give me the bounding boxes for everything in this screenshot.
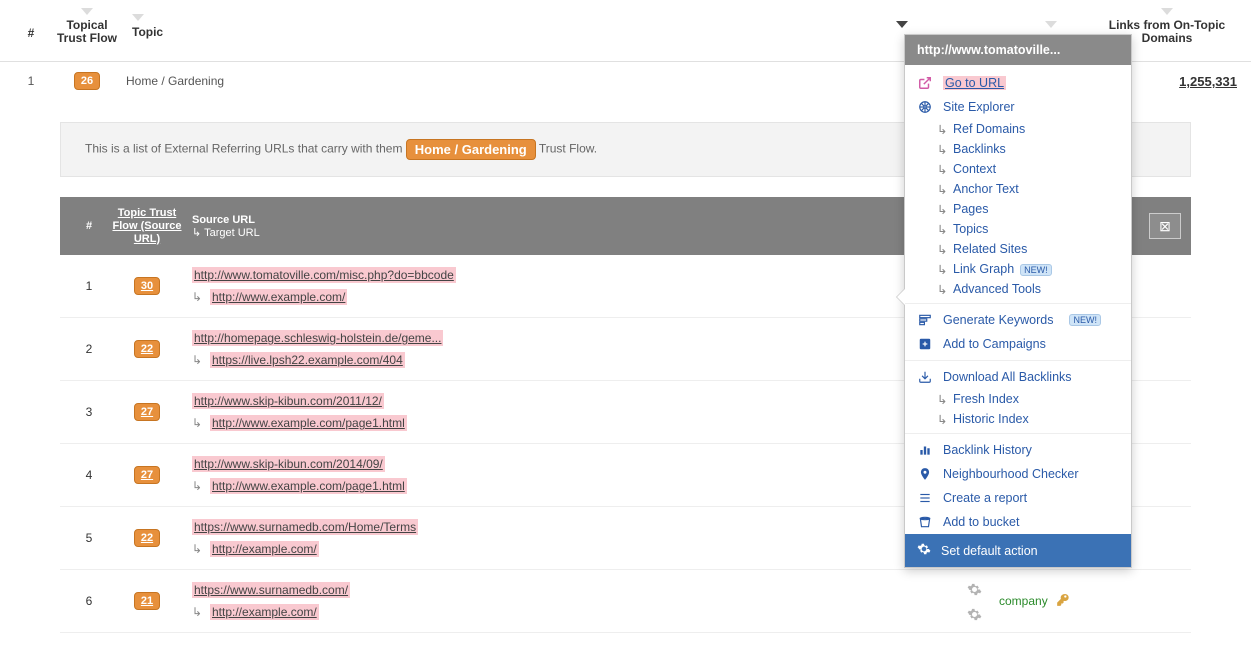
row-ttf[interactable]: 21: [108, 592, 186, 610]
row-index: 5: [70, 531, 108, 545]
menu-backlink-history[interactable]: Backlink History: [905, 438, 1131, 462]
summary-ttf: 26: [48, 72, 126, 90]
row-index: 1: [70, 279, 108, 293]
menu-sub-item[interactable]: Advanced Tools: [905, 279, 1131, 299]
menu-sub-item[interactable]: Ref Domains: [905, 119, 1131, 139]
row-ttf[interactable]: 30: [108, 277, 186, 295]
trust-flow-chip: 26: [74, 72, 100, 90]
menu-site-explorer[interactable]: Site Explorer: [905, 95, 1131, 119]
menu-go-to-url[interactable]: Go to URL: [905, 71, 1131, 95]
source-url[interactable]: https://www.surnamedb.com/: [192, 583, 957, 597]
row-ttf[interactable]: 27: [108, 466, 186, 484]
target-url[interactable]: ↳http://example.com/: [192, 605, 957, 619]
menu-sub-item[interactable]: Topics: [905, 219, 1131, 239]
source-url[interactable]: https://www.surnamedb.com/Home/Terms: [192, 520, 957, 534]
header-topical-trust-flow[interactable]: Topical Trust Flow: [48, 0, 126, 53]
keywords-icon: [917, 313, 933, 327]
header-topic[interactable]: Topic: [126, 6, 866, 47]
menu-add-bucket[interactable]: Add to bucket: [905, 510, 1131, 534]
row-urls: https://www.surnamedb.com/Home/Terms ↳htt…: [186, 520, 957, 556]
menu-neighbourhood[interactable]: Neighbourhood Checker: [905, 462, 1131, 486]
row-index: 6: [70, 594, 108, 608]
menu-add-campaigns[interactable]: Add to Campaigns: [905, 332, 1131, 356]
row-urls: http://www.skip-kibun.com/2011/12/ ↳http:…: [186, 394, 957, 430]
close-button[interactable]: ⊠: [1149, 213, 1181, 239]
context-menu-title: http://www.tomatoville...: [905, 35, 1131, 65]
gear-icon: [917, 542, 931, 559]
source-url[interactable]: http://www.tomatoville.com/misc.php?do=b…: [192, 268, 957, 282]
menu-download-backlinks[interactable]: Download All Backlinks: [905, 365, 1131, 389]
row-ttf[interactable]: 22: [108, 529, 186, 547]
bucket-icon: [917, 515, 933, 529]
menu-sub-item[interactable]: Context: [905, 159, 1131, 179]
menu-set-default-action[interactable]: Set default action: [905, 534, 1131, 567]
target-url[interactable]: ↳https://live.lpsh22.example.com/404: [192, 353, 957, 367]
menu-sub-item[interactable]: Pages: [905, 199, 1131, 219]
table-row: 621 https://www.surnamedb.com/ ↳http://exa…: [60, 570, 1191, 633]
key-icon: [1056, 593, 1070, 610]
menu-sub-item[interactable]: Backlinks: [905, 139, 1131, 159]
list-icon: [917, 491, 933, 505]
source-url[interactable]: http://www.skip-kibun.com/2011/12/: [192, 394, 957, 408]
summary-topic: Home / Gardening: [126, 74, 866, 88]
target-url[interactable]: ↳http://www.example.com/: [192, 290, 957, 304]
sort-arrow-icon[interactable]: [132, 14, 144, 21]
menu-sub-item[interactable]: Link GraphNEW!: [905, 259, 1131, 279]
menu-sub-item[interactable]: Historic Index: [905, 409, 1131, 429]
sort-arrow-icon[interactable]: [896, 21, 908, 28]
source-url[interactable]: http://homepage.schleswig-holstein.de/ge…: [192, 331, 957, 345]
tag-label[interactable]: company: [999, 594, 1048, 608]
context-menu: http://www.tomatoville... Go to URL Site…: [904, 34, 1132, 568]
row-ttf[interactable]: 22: [108, 340, 186, 358]
map-pin-icon: [917, 467, 933, 481]
summary-index: 1: [14, 74, 48, 88]
bar-chart-icon: [917, 443, 933, 457]
header-index[interactable]: #: [14, 6, 48, 48]
row-index: 3: [70, 405, 108, 419]
target-url[interactable]: ↳http://example.com/: [192, 542, 957, 556]
row-index: 2: [70, 342, 108, 356]
source-url[interactable]: http://www.skip-kibun.com/2014/09/: [192, 457, 957, 471]
menu-create-report[interactable]: Create a report: [905, 486, 1131, 510]
row-tag: company: [991, 593, 1181, 610]
new-badge: NEW!: [1020, 264, 1052, 276]
row-ttf[interactable]: 27: [108, 403, 186, 421]
list-header-index[interactable]: #: [70, 220, 108, 232]
row-index: 4: [70, 468, 108, 482]
list-header-ttf[interactable]: Topic Trust Flow (Source URL): [108, 207, 186, 245]
topic-chip: Home / Gardening: [406, 139, 536, 160]
menu-pointer-icon: [897, 289, 905, 305]
menu-generate-keywords[interactable]: Generate Keywords NEW!: [905, 308, 1131, 332]
menu-sub-item[interactable]: Anchor Text: [905, 179, 1131, 199]
row-urls: http://www.skip-kibun.com/2014/09/ ↳http:…: [186, 457, 957, 493]
target-url[interactable]: ↳http://www.example.com/page1.html: [192, 416, 957, 430]
plus-icon: [917, 337, 933, 351]
gear-icon[interactable]: [967, 607, 982, 622]
download-icon: [917, 370, 933, 384]
sort-arrow-icon[interactable]: [1161, 8, 1173, 15]
row-actions: [957, 580, 991, 622]
target-url[interactable]: ↳http://www.example.com/page1.html: [192, 479, 957, 493]
new-badge: NEW!: [1069, 314, 1101, 326]
wheel-icon: [917, 100, 933, 114]
row-urls: http://www.tomatoville.com/misc.php?do=b…: [186, 268, 957, 304]
sort-arrow-icon[interactable]: [81, 8, 93, 15]
gear-icon[interactable]: [967, 582, 982, 597]
menu-sub-item[interactable]: Related Sites: [905, 239, 1131, 259]
row-urls: http://homepage.schleswig-holstein.de/ge…: [186, 331, 957, 367]
sort-arrow-icon[interactable]: [1045, 21, 1057, 28]
row-urls: https://www.surnamedb.com/ ↳http://exampl…: [186, 583, 957, 619]
external-link-icon: [917, 76, 933, 90]
menu-sub-item[interactable]: Fresh Index: [905, 389, 1131, 409]
